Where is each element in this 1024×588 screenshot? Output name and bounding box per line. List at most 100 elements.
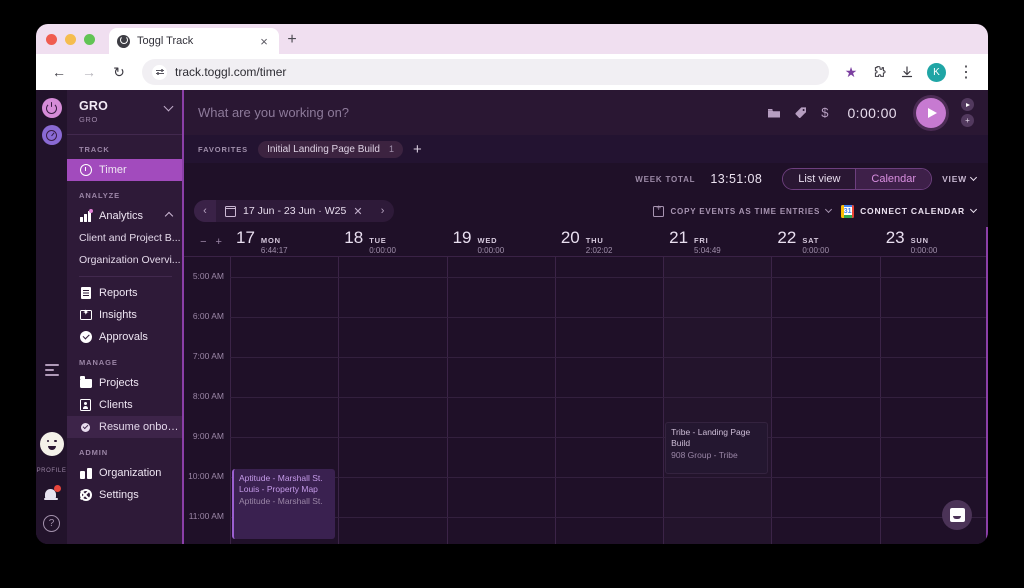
- manual-mode-button[interactable]: +: [961, 114, 974, 127]
- toggl-track-app-icon[interactable]: [41, 98, 62, 118]
- hour-label: 10:00 AM: [188, 471, 224, 481]
- close-window-button[interactable]: [46, 33, 57, 45]
- calendar-event-block[interactable]: Tribe - Landing Page Build 908 Group - T…: [665, 422, 769, 474]
- day-header-thu[interactable]: 20 THU 2:02:02: [555, 228, 663, 255]
- site-settings-icon[interactable]: [152, 64, 167, 80]
- hour-label: 5:00 AM: [192, 271, 224, 281]
- favorite-chip-count: 1: [388, 144, 394, 154]
- avatar[interactable]: [39, 432, 64, 456]
- day-number: 19: [452, 228, 472, 247]
- day-name: MON: [260, 236, 281, 245]
- date-range-field[interactable]: 17 Jun - 23 Jun · W25 ✕: [216, 205, 372, 218]
- sidebar-item-label: Organization: [99, 467, 162, 479]
- close-tab-icon[interactable]: ×: [257, 35, 271, 48]
- address-bar[interactable]: track.toggl.com/timer: [142, 59, 829, 85]
- date-range-text: 17 Jun - 23 Jun · W25: [243, 205, 347, 217]
- sidebar-section-admin: ADMIN: [79, 448, 109, 457]
- new-tab-button[interactable]: +: [279, 27, 305, 53]
- clear-date-icon[interactable]: ✕: [353, 205, 362, 218]
- day-header-tue[interactable]: 18 TUE 0:00:00: [338, 228, 446, 255]
- chevron-up-icon[interactable]: [164, 211, 174, 221]
- day-header-fri[interactable]: 21 FRI 5:04:49: [663, 228, 771, 255]
- tab-calendar-view[interactable]: Calendar: [855, 169, 932, 189]
- browser-profile-avatar[interactable]: K: [927, 62, 946, 82]
- browser-tab-strip: Toggl Track × +: [36, 24, 988, 54]
- favorite-chip[interactable]: Initial Landing Page Build 1: [258, 140, 403, 158]
- insights-icon: [79, 308, 92, 322]
- help-icon[interactable]: ?: [43, 515, 60, 532]
- workspace-name: GRO: [79, 99, 109, 113]
- extensions-icon[interactable]: [867, 60, 891, 84]
- tab-list-view[interactable]: List view: [783, 169, 856, 189]
- copy-icon: [653, 203, 665, 217]
- maximize-window-button[interactable]: [84, 33, 95, 45]
- collapse-sidebar-icon[interactable]: [45, 364, 59, 376]
- hour-row: 4:00 AM: [184, 257, 988, 277]
- browser-tab[interactable]: Toggl Track ×: [109, 28, 279, 54]
- sidebar-item-organization-overview[interactable]: Organization Overvi...: [67, 249, 182, 271]
- calendar-grid-scroll[interactable]: 4:00 AM 5:00 AM 6:00 AM 7:00 AM: [184, 257, 988, 544]
- day-header-sat[interactable]: 22 SAT 0:00:00: [771, 228, 879, 255]
- sidebar-item-projects[interactable]: Projects: [67, 372, 182, 394]
- toggl-plan-app-icon[interactable]: [41, 125, 62, 145]
- date-range-picker: ‹ 17 Jun - 23 Jun · W25 ✕ ›: [194, 200, 394, 222]
- download-icon[interactable]: [895, 60, 919, 84]
- timer-duration: 0:00:00: [847, 104, 897, 121]
- timer-mode-button[interactable]: [961, 98, 974, 111]
- day-header-wed[interactable]: 19 WED 0:00:00: [447, 228, 555, 255]
- check-circle-icon: [79, 331, 92, 344]
- connect-calendar-button[interactable]: 31 CONNECT CALENDAR: [841, 204, 978, 218]
- notifications-bell-icon[interactable]: [43, 485, 61, 503]
- time-entry-block[interactable]: Aptitude - Marshall St. Louis - Property…: [232, 469, 336, 539]
- copy-events-as-time-entries-button[interactable]: COPY EVENTS AS TIME ENTRIES: [653, 203, 833, 217]
- timer-mode-toggle: +: [961, 98, 974, 127]
- chevron-down-icon: [969, 205, 978, 213]
- hour-row: 6:00 AM: [184, 311, 988, 357]
- browser-menu-icon[interactable]: ⋮: [954, 60, 978, 84]
- sidebar-item-label: Settings: [99, 489, 139, 501]
- view-options-menu[interactable]: VIEW: [942, 173, 978, 184]
- browser-nav-bar: ← → ↻ track.toggl.com/timer ★ K ⋮: [36, 54, 988, 90]
- timer-description-input[interactable]: What are you working on?: [198, 105, 767, 120]
- zoom-out-button[interactable]: −: [200, 236, 206, 248]
- timer-bar: What are you working on? $ 0:00:00 +: [184, 90, 988, 135]
- calendar-grid: 4:00 AM 5:00 AM 6:00 AM 7:00 AM: [184, 257, 988, 544]
- day-header-sun[interactable]: 23 SUN 0:00:00: [880, 228, 988, 255]
- forward-icon[interactable]: →: [76, 59, 102, 85]
- chat-support-launcher[interactable]: [942, 500, 972, 530]
- billable-icon[interactable]: $: [821, 105, 828, 120]
- sidebar-item-label: Reports: [99, 287, 138, 299]
- day-header-mon[interactable]: 17 MON 6:44:17: [230, 228, 338, 255]
- sidebar-item-client-and-project[interactable]: Client and Project B...: [67, 227, 182, 249]
- add-favorite-button[interactable]: +: [413, 142, 422, 157]
- start-timer-button[interactable]: [916, 97, 946, 128]
- hour-row: 5:00 AM: [184, 271, 988, 317]
- scrollbar[interactable]: [986, 227, 988, 544]
- next-week-button[interactable]: ›: [372, 200, 394, 222]
- favorites-label: FAVORITES: [198, 144, 249, 154]
- tag-icon[interactable]: [794, 106, 808, 120]
- reload-icon[interactable]: ↻: [106, 59, 132, 85]
- workspace-switcher[interactable]: GRO GRO: [67, 90, 182, 132]
- sidebar-item-approvals[interactable]: Approvals: [67, 326, 182, 348]
- bookmark-star-icon[interactable]: ★: [839, 60, 863, 84]
- minimize-window-button[interactable]: [65, 33, 76, 45]
- main-sidebar: GRO GRO TRACK Timer ANALYZE Analytics Cl…: [67, 90, 184, 544]
- sidebar-item-resume-onboarding[interactable]: Resume onboarding: [67, 416, 182, 438]
- previous-week-button[interactable]: ‹: [194, 200, 216, 222]
- event-subtitle: Aptitude - Marshall St.: [239, 495, 323, 506]
- project-folder-icon[interactable]: [767, 107, 781, 119]
- sidebar-item-timer[interactable]: Timer: [67, 159, 182, 181]
- day-number: 20: [560, 228, 580, 247]
- back-icon[interactable]: ←: [46, 59, 72, 85]
- zoom-in-button[interactable]: +: [216, 236, 222, 248]
- sidebar-item-insights[interactable]: Insights: [67, 304, 182, 326]
- sidebar-item-analytics[interactable]: Analytics: [67, 205, 182, 227]
- hour-label: 7:00 AM: [192, 351, 224, 361]
- view-bar: WEEK TOTAL 13:51:08 List view Calendar V…: [184, 163, 988, 195]
- sidebar-item-settings[interactable]: Settings: [67, 484, 182, 506]
- sidebar-item-organization[interactable]: Organization: [67, 462, 182, 484]
- browser-tab-title: Toggl Track: [137, 35, 194, 47]
- sidebar-item-clients[interactable]: Clients: [67, 394, 182, 416]
- sidebar-item-reports[interactable]: Reports: [67, 282, 182, 304]
